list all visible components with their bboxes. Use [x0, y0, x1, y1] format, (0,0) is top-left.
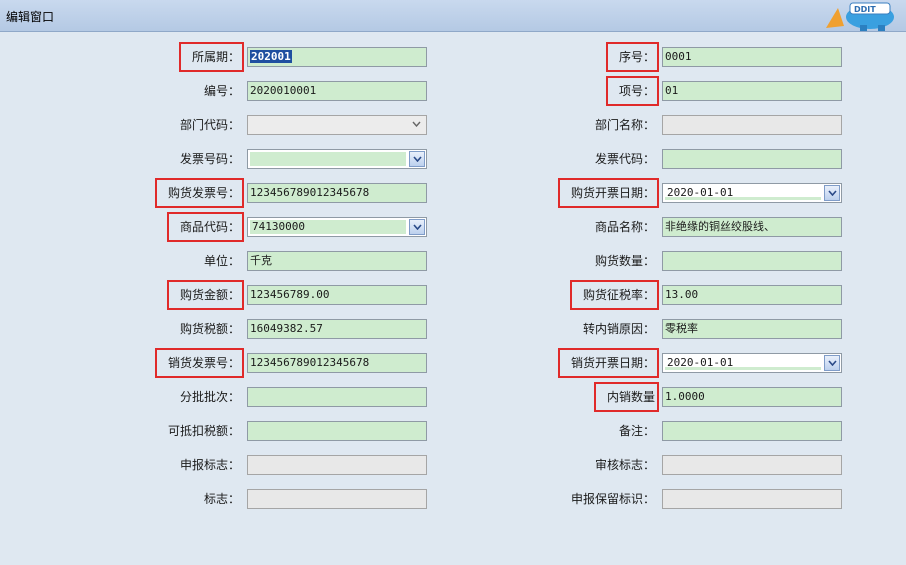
right-11-label: 备注： [618, 424, 655, 438]
left-13-input[interactable] [247, 489, 427, 509]
left-1-input[interactable]: 2020010001 [247, 81, 427, 101]
left-8-input[interactable]: 16049382.57 [247, 319, 427, 339]
right-0-label: 序号： [618, 50, 655, 64]
right-11-input[interactable] [662, 421, 842, 441]
right-12-input[interactable] [662, 455, 842, 475]
left-9-input[interactable]: 123456789012345678 [247, 353, 427, 373]
window-title: 编辑窗口 [6, 10, 55, 24]
chevron-down-icon[interactable] [409, 117, 425, 133]
left-6-label: 单位： [203, 254, 240, 268]
right-12-label: 审核标志： [594, 458, 655, 472]
left-9-label: 销货发票号： [167, 356, 240, 370]
right-13-input[interactable] [662, 489, 842, 509]
right-7-label: 购货征税率： [582, 288, 655, 302]
right-0-input[interactable]: 0001 [662, 47, 842, 67]
left-11-label: 可抵扣税额： [167, 424, 240, 438]
left-10-label: 分批批次： [179, 390, 240, 404]
left-3-label: 发票号码： [179, 152, 240, 166]
right-2-input[interactable] [662, 115, 842, 135]
left-3-value [250, 152, 406, 166]
left-2-value [250, 118, 406, 132]
left-7-input[interactable]: 123456789.00 [247, 285, 427, 305]
left-2-label: 部门代码： [179, 118, 240, 132]
chevron-down-icon[interactable] [824, 185, 840, 201]
left-4-label: 购货发票号： [167, 186, 240, 200]
title-bar: 编辑窗口 DDIT [0, 0, 906, 32]
right-2-label: 部门名称： [594, 118, 655, 132]
right-1-input[interactable]: 01 [662, 81, 842, 101]
mascot-logo-icon: DDIT [826, 2, 894, 31]
right-4-label: 购货开票日期： [570, 186, 655, 200]
right-3-input[interactable] [662, 149, 842, 169]
left-7-label: 购货金额： [179, 288, 240, 302]
right-7-input[interactable]: 13.00 [662, 285, 842, 305]
right-5-input[interactable]: 非绝缘的铜丝绞股线、 [662, 217, 842, 237]
left-3-dropdown[interactable] [247, 149, 427, 169]
right-9-dropdown[interactable]: 2020-01-01 [662, 353, 842, 373]
left-5-label: 商品代码： [179, 220, 240, 234]
left-5-value: 74130000 [250, 220, 406, 234]
right-4-dropdown[interactable]: 2020-01-01 [662, 183, 842, 203]
right-4-value: 2020-01-01 [665, 186, 821, 200]
left-8-label: 购货税额： [179, 322, 240, 336]
left-0-input[interactable]: 202001 [247, 47, 427, 67]
right-10-input[interactable]: 1.0000 [662, 387, 842, 407]
right-6-input[interactable] [662, 251, 842, 271]
left-6-input[interactable]: 千克 [247, 251, 427, 271]
right-9-value: 2020-01-01 [665, 356, 821, 370]
left-5-dropdown[interactable]: 74130000 [247, 217, 427, 237]
right-10-label: 内销数量 [606, 390, 655, 404]
left-2-dropdown[interactable] [247, 115, 427, 135]
right-8-label: 转内销原因： [582, 322, 655, 336]
left-0-selected-text: 202001 [250, 50, 292, 63]
left-10-input[interactable] [247, 387, 427, 407]
left-0-label: 所属期： [191, 50, 240, 64]
right-13-label: 申报保留标识： [570, 492, 655, 506]
right-3-label: 发票代码： [594, 152, 655, 166]
chevron-down-icon[interactable] [409, 151, 425, 167]
right-5-label: 商品名称： [594, 220, 655, 234]
right-6-label: 购货数量： [594, 254, 655, 268]
left-4-input[interactable]: 123456789012345678 [247, 183, 427, 203]
logo-text: DDIT [854, 5, 876, 14]
left-13-label: 标志： [203, 492, 240, 506]
chevron-down-icon[interactable] [824, 355, 840, 371]
chevron-down-icon[interactable] [409, 219, 425, 235]
right-8-input[interactable]: 零税率 [662, 319, 842, 339]
left-12-input[interactable] [247, 455, 427, 475]
right-1-label: 项号： [618, 84, 655, 98]
left-11-input[interactable] [247, 421, 427, 441]
left-1-label: 编号： [203, 84, 240, 98]
right-9-label: 销货开票日期： [570, 356, 655, 370]
left-12-label: 申报标志： [179, 458, 240, 472]
